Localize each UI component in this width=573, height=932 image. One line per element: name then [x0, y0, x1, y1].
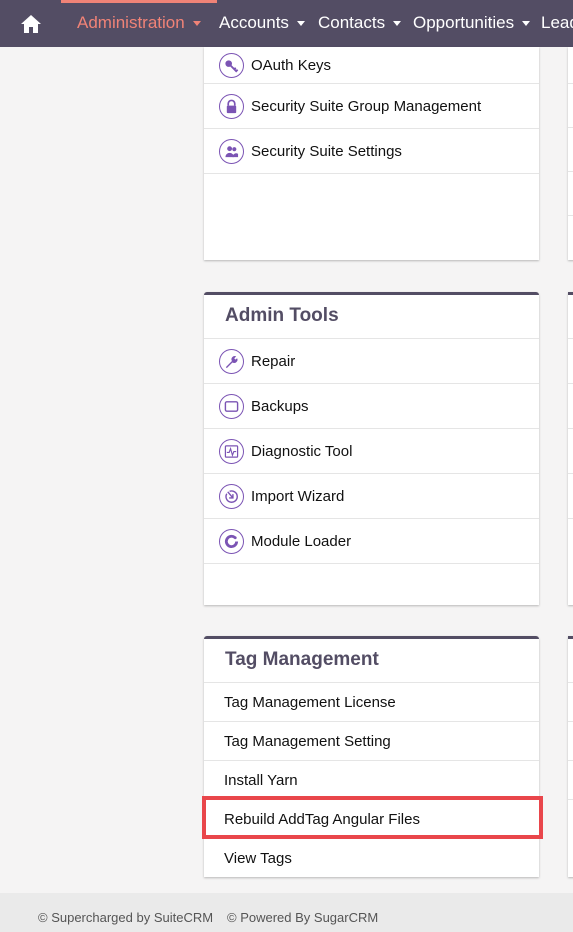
admin-link-tag-management-setting[interactable]: Tag Management Setting [204, 722, 539, 761]
divider [568, 127, 573, 128]
admin-link-label: OAuth Keys [251, 56, 332, 74]
top-navbar: Administration Accounts Contacts Opportu… [0, 0, 573, 47]
nav-contacts[interactable]: Contacts [318, 0, 402, 47]
divider [568, 215, 573, 216]
security-panel: OAuth Keys Security Suite Group Manageme… [204, 47, 539, 260]
module-loader-icon [219, 528, 244, 554]
admin-link-label: Module Loader [251, 532, 352, 550]
nav-leads[interactable]: Leads [541, 0, 573, 47]
chevron-down-icon [393, 21, 402, 27]
admin-link-import-wizard[interactable]: Import Wizard [204, 474, 539, 519]
chevron-down-icon [192, 21, 201, 27]
admin-link-label: Install Yarn [224, 771, 298, 789]
admin-link-repair[interactable]: Repair [204, 339, 539, 384]
users-icon [219, 138, 244, 164]
home-icon [21, 14, 41, 33]
side-panel-partial [568, 47, 573, 260]
admin-link-label: Import Wizard [251, 487, 345, 505]
import-icon [219, 483, 244, 509]
divider [568, 383, 573, 384]
nav-accounts-label: Accounts [219, 13, 289, 32]
admin-link-backups[interactable]: Backups [204, 384, 539, 429]
admin-link-tag-management-license[interactable]: Tag Management License [204, 683, 539, 722]
footer-sugarcrm-link[interactable]: © Powered By SugarCRM [227, 910, 378, 925]
admin-link-module-loader[interactable]: Module Loader [204, 519, 539, 564]
divider [568, 799, 573, 800]
divider [568, 473, 573, 474]
divider [568, 428, 573, 429]
footer-suitecrm-link[interactable]: © Supercharged by SuiteCRM [38, 910, 213, 925]
admin-link-install-yarn[interactable]: Install Yarn [204, 761, 539, 800]
divider [568, 518, 573, 519]
tag-management-panel: Tag Management Tag Management License Ta… [204, 636, 539, 877]
highlight-box [202, 796, 543, 839]
chevron-down-icon [296, 21, 305, 27]
panel-title: Tag Management [204, 639, 539, 683]
divider [568, 682, 573, 683]
divider [568, 171, 573, 172]
admin-link-oauth-keys[interactable]: OAuth Keys [204, 47, 539, 84]
divider [568, 721, 573, 722]
footer: © Supercharged by SuiteCRM © Powered By … [0, 893, 573, 932]
admin-tools-panel: Admin Tools Repair Backups Diagnostic To… [204, 292, 539, 605]
divider [568, 83, 573, 84]
nav-opportunities[interactable]: Opportunities [413, 0, 531, 47]
admin-link-label: Repair [251, 352, 296, 370]
divider [568, 338, 573, 339]
admin-link-view-tags[interactable]: View Tags [204, 839, 539, 877]
side-panel-partial [568, 292, 573, 605]
nav-accounts[interactable]: Accounts [219, 0, 305, 47]
nav-opportunities-label: Opportunities [413, 13, 515, 32]
wrench-icon [219, 348, 244, 374]
nav-contacts-label: Contacts [318, 13, 386, 32]
nav-leads-label: Leads [541, 13, 573, 32]
key-icon [219, 52, 244, 78]
admin-link-label: Tag Management License [224, 693, 396, 711]
admin-link-label: Tag Management Setting [224, 732, 391, 750]
admin-link-label: Backups [251, 397, 309, 415]
nav-administration[interactable]: Administration [61, 0, 217, 47]
chevron-down-icon [522, 21, 531, 27]
admin-link-security-suite-settings[interactable]: Security Suite Settings [204, 129, 539, 174]
side-panel-partial [568, 636, 573, 877]
panel-title: Admin Tools [204, 295, 539, 339]
admin-link-security-suite-group-management[interactable]: Security Suite Group Management [204, 84, 539, 129]
divider [568, 760, 573, 761]
admin-link-label: Security Suite Group Management [251, 97, 482, 115]
diagnostic-icon [219, 438, 244, 464]
admin-link-label: Security Suite Settings [251, 142, 402, 160]
backup-icon [219, 393, 244, 419]
nav-administration-label: Administration [77, 13, 185, 32]
admin-link-label: Diagnostic Tool [251, 442, 353, 460]
lock-icon [219, 93, 244, 119]
home-button[interactable] [0, 0, 62, 47]
admin-link-label: View Tags [224, 849, 292, 867]
admin-link-diagnostic-tool[interactable]: Diagnostic Tool [204, 429, 539, 474]
